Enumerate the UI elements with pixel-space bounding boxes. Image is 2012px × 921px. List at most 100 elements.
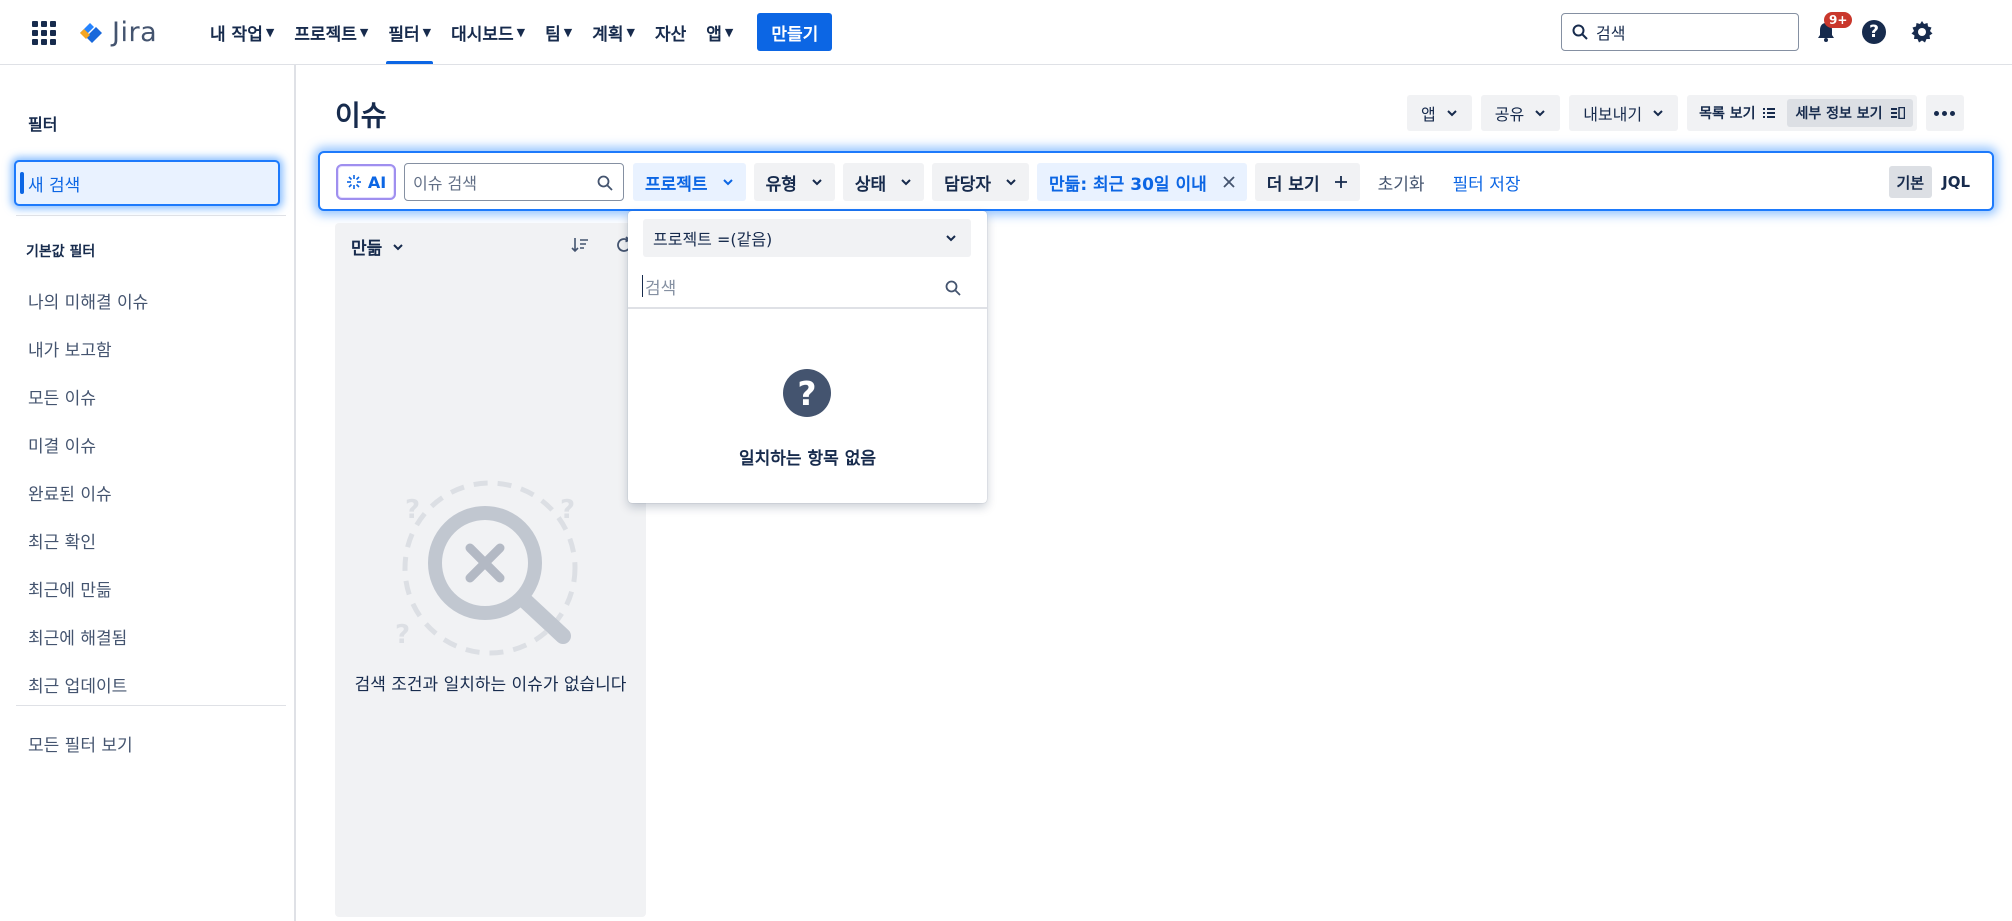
sparkle-icon [346,175,361,189]
nav-items: 내 작업 ▼ 프로젝트 ▼ 필터 ▼ 대시보드 ▼ 팀 ▼ 계획 ▼ 자산 앱 ▼ 만들기 [200,0,833,64]
sidebar-item-reported-by-me[interactable]: 내가 보고함 [28,324,148,372]
export-button-label: 내보내기 [1583,105,1643,124]
operator-select[interactable]: 프로젝트 =(같음) [643,219,971,257]
sidebar-section-heading: 기본값 필터 [26,244,96,260]
help-button[interactable]: ? [1860,18,1888,46]
project-filter-chip[interactable]: 프로젝트 [633,163,746,201]
nav-item-apps[interactable]: 앱 ▼ [696,0,743,64]
nav-item-label: 자산 [654,24,687,45]
chevron-down-icon [1006,179,1016,186]
detail-view-label: 세부 정보 보기 [1795,106,1883,122]
jql-mode-button[interactable]: JQL [1934,166,1978,198]
sidebar: 필터 새 검색 기본값 필터 나의 미해결 이슈 내가 보고함 모든 이슈 미결… [0,65,296,921]
share-button-label: 공유 [1494,105,1525,124]
text-cursor [642,275,643,297]
page-actions: 앱 공유 내보내기 목록 보기 세부 정보 보기 [1407,95,1964,131]
project-filter-dropdown: 프로젝트 =(같음) 검색 ? 일치하는 항목 없음 [628,211,987,503]
created-filter-chip[interactable]: 만듦: 최근 30일 이내 [1037,163,1247,201]
app-switcher-icon[interactable] [32,21,56,45]
detail-view-button[interactable]: 세부 정보 보기 [1787,99,1913,127]
chevron-down-icon: ▼ [724,25,734,39]
chevron-down-icon [946,235,956,242]
sidebar-item-open-issues[interactable]: 미결 이슈 [28,420,148,468]
plus-icon [1334,176,1347,188]
svg-text:?: ? [395,620,410,650]
sort-order-icon[interactable] [571,236,589,254]
global-search-input[interactable]: 검색 [1561,13,1799,51]
nav-item-label: 팀 [545,24,561,45]
view-all-filters-link[interactable]: 모든 필터 보기 [28,725,133,761]
more-actions-button[interactable] [1925,95,1964,131]
nav-item-label: 계획 [592,24,624,45]
apps-button-label: 앱 [1421,105,1436,124]
basic-mode-button[interactable]: 기본 [1888,166,1933,198]
no-results-illustration: ? ? ? [395,480,578,656]
sidebar-item-updated-recently[interactable]: 최근 업데이트 [28,660,148,708]
chevron-down-icon [812,179,822,186]
nav-item-filters[interactable]: 필터 ▼ [378,0,441,64]
sidebar-item-done-issues[interactable]: 완료된 이슈 [28,468,148,516]
sort-by-button[interactable]: 만듦 [351,234,404,259]
chevron-down-icon [393,243,403,250]
nav-item-teams[interactable]: 팀 ▼ [535,0,582,64]
sidebar-divider [16,215,286,216]
list-icon [1763,108,1776,118]
sidebar-item-my-open-issues[interactable]: 나의 미해결 이슈 [28,276,148,324]
chevron-down-icon: ▼ [359,25,369,39]
question-icon: ? [783,369,831,417]
ai-label: AI [367,172,387,192]
reset-button[interactable]: 초기화 [1368,163,1435,201]
sidebar-item-all-issues[interactable]: 모든 이슈 [28,372,148,420]
chip-label: 상태 [854,174,887,195]
nav-item-label: 내 작업 [210,24,263,45]
more-filters-chip[interactable]: 더 보기 [1254,163,1360,201]
nav-item-label: 대시보드 [451,24,514,45]
assignee-filter-chip[interactable]: 담당자 [932,163,1030,201]
save-filter-button[interactable]: 필터 저장 [1443,163,1531,201]
top-navigation: Jira 내 작업 ▼ 프로젝트 ▼ 필터 ▼ 대시보드 ▼ 팀 ▼ 계획 ▼ 자산 앱 ▼ … [0,0,2012,65]
filter-chips: 프로젝트 유형 상태 담당자 만듦: 최근 30일 이내 더 보기 초기화 필터… [633,163,1530,201]
sidebar-item-created-recently[interactable]: 최근에 만듦 [28,564,148,612]
sidebar-item-new-search[interactable]: 새 검색 [14,160,280,206]
type-filter-chip[interactable]: 유형 [753,163,835,201]
more-dot [1942,110,1948,116]
ai-search-button[interactable]: AI [336,164,396,200]
nav-item-label: 앱 [706,24,722,45]
nav-item-my-work[interactable]: 내 작업 ▼ [200,0,284,64]
nav-item-projects[interactable]: 프로젝트 ▼ [284,0,378,64]
operator-select-value: 프로젝트 =(같음) [653,230,773,249]
chip-label: 유형 [765,174,797,195]
project-search-input[interactable]: 검색 [628,265,987,309]
search-icon [597,175,613,191]
sidebar-item-viewed-recently[interactable]: 최근 확인 [28,516,148,564]
status-filter-chip[interactable]: 상태 [842,163,925,201]
chevron-down-icon: ▼ [563,25,573,39]
list-view-button[interactable]: 목록 보기 [1691,99,1783,127]
chip-label: 만듦: 최근 30일 이내 [1049,174,1207,195]
notifications-button[interactable]: 9+ [1812,12,1853,46]
sidebar-filter-list: 나의 미해결 이슈 내가 보고함 모든 이슈 미결 이슈 완료된 이슈 최근 확… [28,276,148,708]
settings-button[interactable] [1908,18,1936,46]
issue-list-panel: 만듦 ? ? ? 검색 조건과 일치하는 이슈가 없습니다 [335,223,646,917]
apps-button[interactable]: 앱 [1407,95,1472,131]
list-view-label: 목록 보기 [1699,106,1756,122]
chevron-down-icon: ▼ [422,25,432,39]
nav-item-label: 프로젝트 [294,24,357,45]
page-title: 이슈 [335,99,387,132]
export-button[interactable]: 내보내기 [1569,95,1679,131]
sidebar-divider [16,705,286,706]
nav-item-plans[interactable]: 계획 ▼ [582,0,645,64]
chevron-down-icon [1653,110,1663,117]
issue-search-input[interactable]: 이슈 검색 [404,163,624,201]
empty-state-text: 검색 조건과 일치하는 이슈가 없습니다 [354,675,627,695]
jira-logo[interactable]: Jira [76,14,157,50]
share-button[interactable]: 공유 [1480,95,1561,131]
nav-item-assets[interactable]: 자산 [645,0,696,64]
sidebar-item-resolved-recently[interactable]: 최근에 해결됨 [28,612,148,660]
create-button[interactable]: 만들기 [757,13,833,51]
close-icon[interactable] [1223,176,1235,188]
chevron-down-icon [722,179,733,186]
chevron-down-icon: ▼ [516,25,526,39]
nav-item-dashboards[interactable]: 대시보드 ▼ [441,0,535,64]
chip-label: 더 보기 [1266,174,1320,195]
